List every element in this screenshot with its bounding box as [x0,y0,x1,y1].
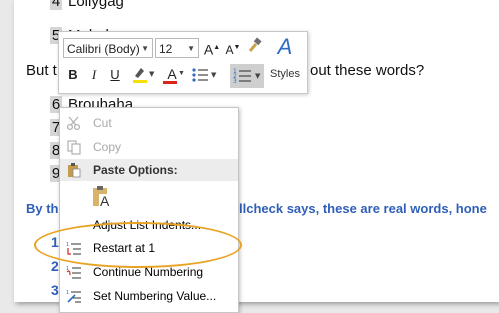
menu-item-label: Adjust List Indents... [93,218,202,232]
svg-text:▼: ▼ [211,71,217,79]
list-text: Lollygag [68,0,124,10]
chevron-down-icon: ▼ [187,44,195,53]
shrink-font-icon: A [225,43,234,57]
font-color-button[interactable]: A ▼ [159,64,185,86]
bold-button[interactable]: B [65,65,81,85]
continue-numbering-icon: 1 [66,266,81,279]
svg-text:▼: ▼ [149,70,155,78]
menu-item-copy[interactable]: Copy [60,136,238,158]
numbered-list-icon: 1 2 3 ▼ [233,68,261,85]
styles-button[interactable]: A Styles [269,34,301,81]
paste-keep-text-only-button[interactable]: A [90,185,116,211]
chevron-down-icon: ▼ [141,44,149,53]
highlighter-icon: ▼ [133,68,155,83]
mini-toolbar: Calibri (Body) ▼ 12 ▼ A▲ A▼ A Styles B I… [58,31,308,94]
scissors-icon [66,116,81,131]
format-painter-icon [248,37,262,52]
styles-label: Styles [270,68,300,80]
paste-options-header: Paste Options: [60,159,238,181]
grow-font-button[interactable]: A▲ [203,38,221,60]
bullets-button[interactable]: ▼ [189,64,219,86]
menu-item-label: Copy [93,140,122,154]
copy-icon [67,140,81,155]
shrink-font-button[interactable]: A▼ [224,38,242,60]
blue-list-number: 2 [51,258,59,274]
menu-item-label: Cut [93,116,112,130]
restart-numbering-icon: 1 [66,242,81,255]
bullet-list-icon: ▼ [192,68,217,82]
svg-text:1: 1 [66,290,69,296]
font-size-value: 12 [159,42,173,56]
menu-item-label: Paste Options: [93,163,178,177]
format-painter-button[interactable] [245,37,265,59]
menu-item-cut[interactable]: Cut [60,112,238,134]
font-name-box[interactable]: Calibri (Body) ▼ [63,38,153,58]
svg-text:▼: ▼ [255,72,261,80]
menu-item-restart-at-1[interactable]: 1 Restart at 1 [60,237,238,259]
font-name-value: Calibri (Body) [67,42,140,56]
blue-list-number: 1 [51,234,59,250]
menu-item-adjust-list-indents[interactable]: Adjust List Indents... [60,214,238,236]
numbering-button[interactable]: 1 2 3 ▼ [230,64,264,88]
menu-item-label: Continue Numbering [93,265,204,279]
list-number: 4 [50,0,62,10]
menu-item-label: Restart at 1 [93,241,156,255]
grow-font-icon: A [203,41,214,58]
italic-button[interactable]: I [86,65,102,85]
highlight-color-button[interactable]: ▼ [129,64,155,86]
set-numbering-value-icon: 1 [66,290,81,303]
paste-icon [68,163,81,178]
paragraph-end[interactable]: out these words? [310,62,424,79]
menu-item-set-numbering-value[interactable]: 1 Set Numbering Value... [60,285,238,307]
chevron-down-icon: ▼ [178,70,185,77]
font-size-box[interactable]: 12 ▼ [155,38,199,58]
keep-text-only-glyph: A [99,193,111,209]
styles-icon: A [277,34,293,59]
underline-button[interactable]: U [107,65,123,85]
context-menu: Cut Copy Paste Options: A Adjust List In… [59,107,239,313]
blue-paragraph-end[interactable]: llcheck says, these are real words, hone [239,201,487,216]
svg-text:1: 1 [66,242,69,248]
blue-paragraph-start[interactable]: By th [26,201,59,216]
menu-item-label: Set Numbering Value... [93,289,217,303]
font-color-icon: A [167,66,177,82]
blue-list-number: 3 [51,282,59,298]
menu-item-continue-numbering[interactable]: 1 Continue Numbering [60,261,238,283]
paragraph-start[interactable]: But t [26,62,57,79]
list-line-4[interactable]: 4 Lollygag [50,0,124,10]
svg-text:3: 3 [233,78,237,85]
